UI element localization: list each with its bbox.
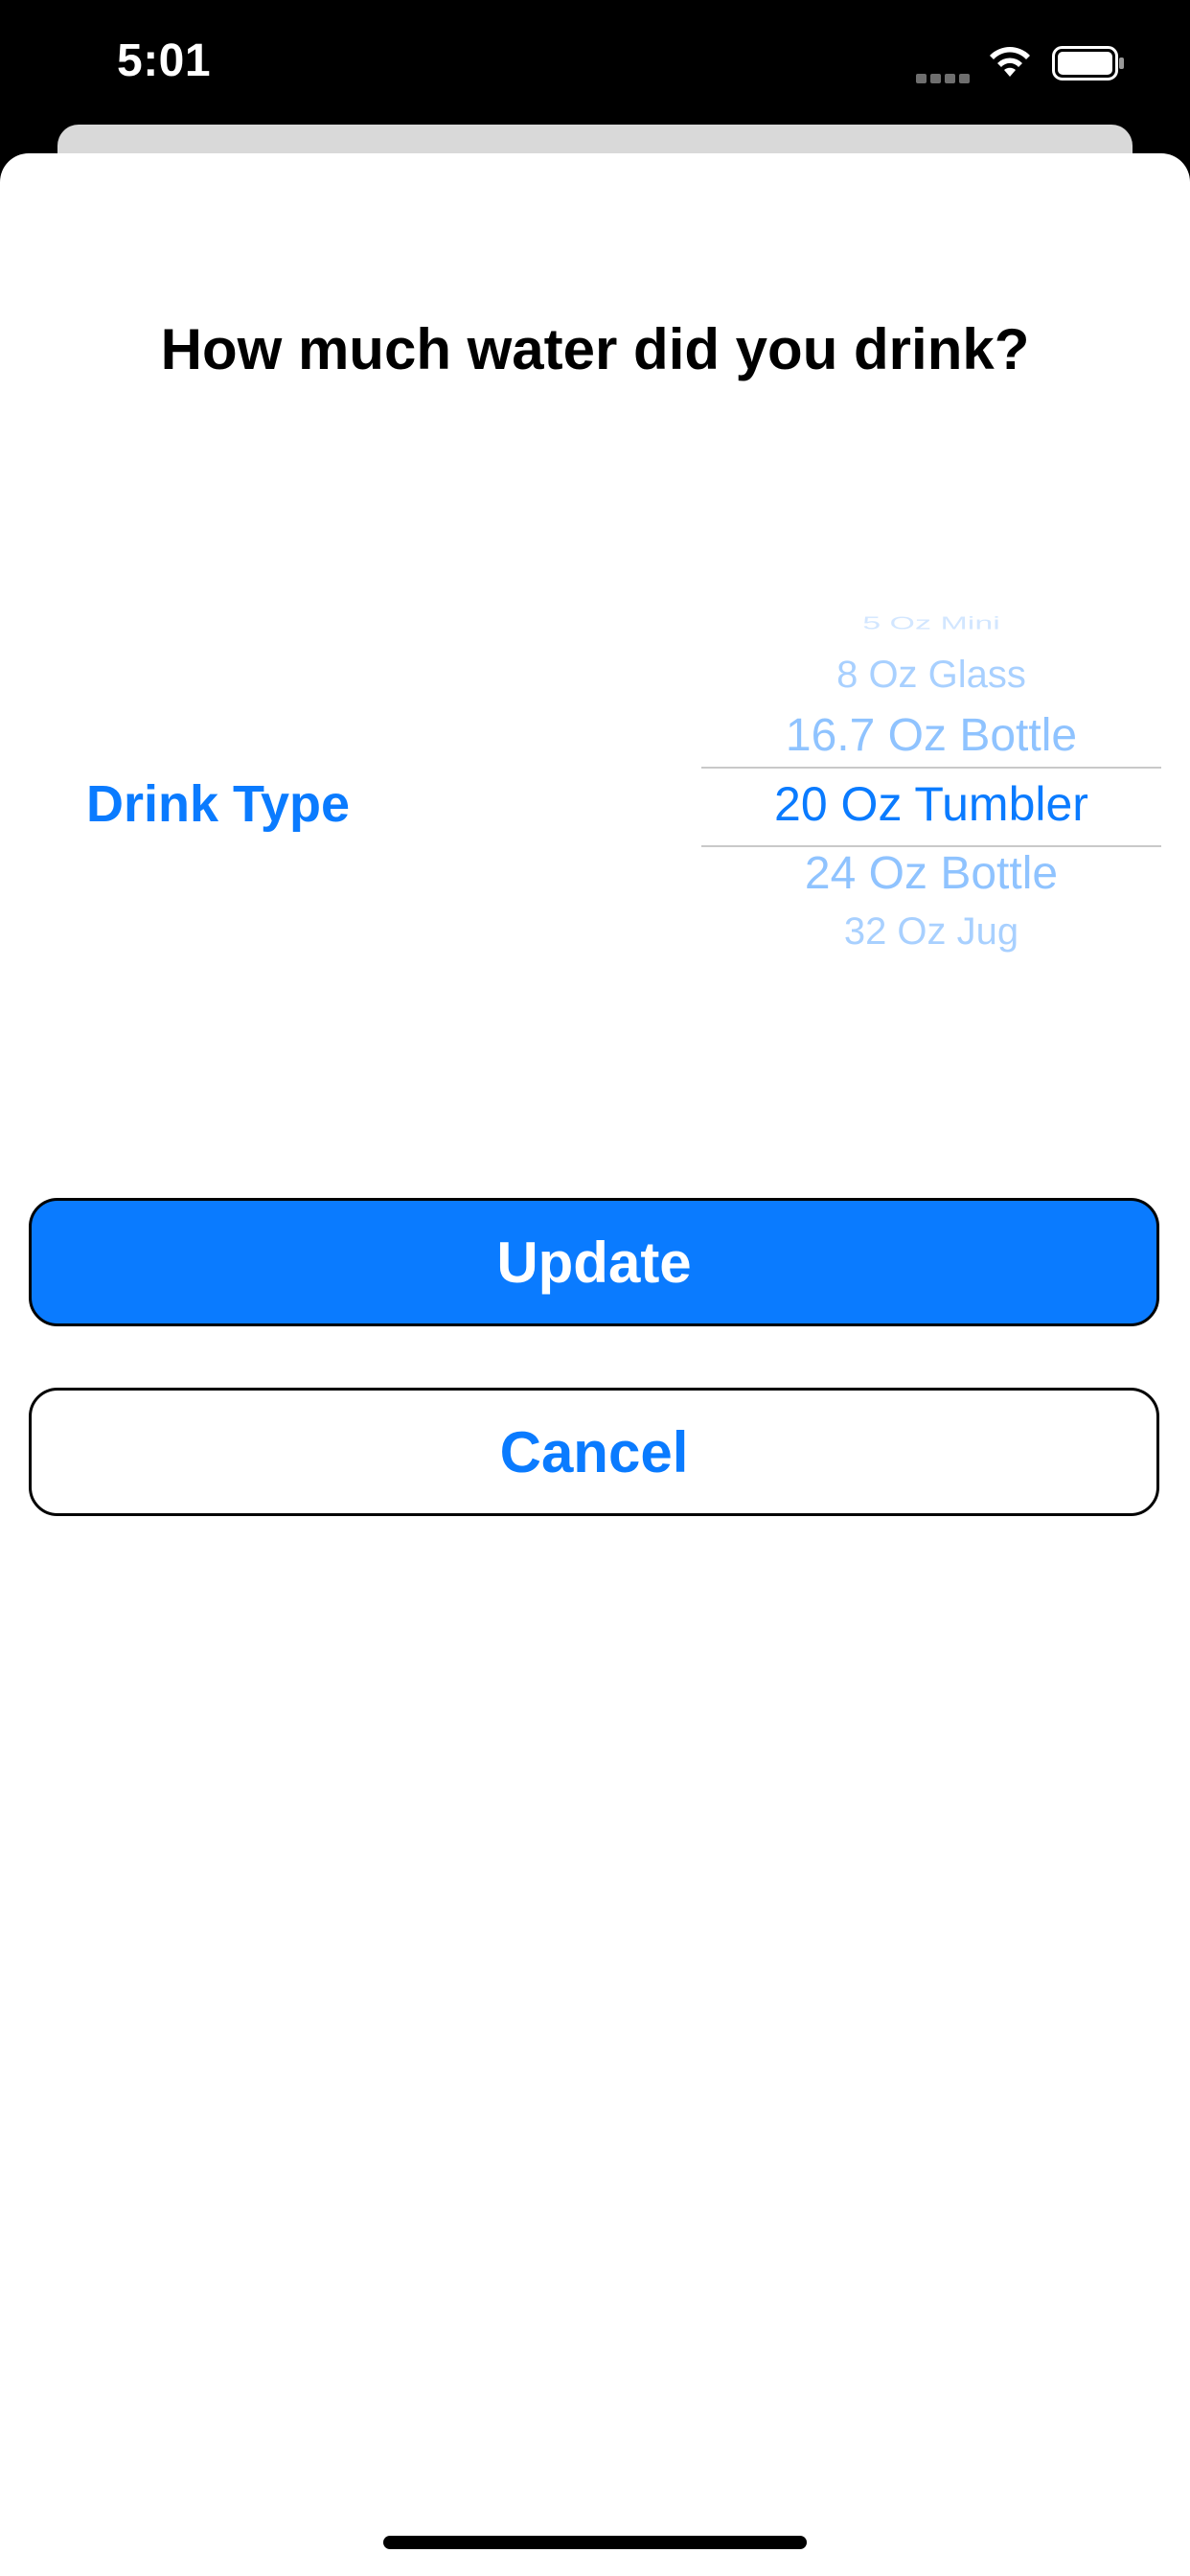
cellular-dots-icon xyxy=(916,71,973,83)
modal-sheet xyxy=(0,153,1190,2576)
picker-selection-line-bottom xyxy=(701,845,1161,847)
page-title: How much water did you drink? xyxy=(160,317,1030,381)
battery-icon xyxy=(1052,46,1124,80)
picker-option[interactable]: 5 Oz Mini xyxy=(701,613,1161,633)
picker-option-selected[interactable]: 20 Oz Tumbler xyxy=(701,776,1161,832)
home-indicator xyxy=(383,2536,807,2549)
update-button[interactable]: Update xyxy=(29,1198,1159,1326)
wifi-icon xyxy=(990,47,1030,77)
status-bar: 5:01 xyxy=(0,0,1190,126)
drink-type-label: Drink Type xyxy=(86,775,351,833)
cancel-button[interactable]: Cancel xyxy=(29,1388,1159,1516)
picker-option[interactable]: 16.7 Oz Bottle xyxy=(701,709,1161,762)
picker-option[interactable]: 32 Oz Jug xyxy=(701,910,1161,954)
drink-type-picker[interactable]: 5 Oz Mini 8 Oz Glass 16.7 Oz Bottle 20 O… xyxy=(701,613,1161,968)
status-time: 5:01 xyxy=(117,35,212,86)
picker-option[interactable]: 8 Oz Glass xyxy=(701,654,1161,697)
picker-option[interactable]: 24 Oz Bottle xyxy=(701,847,1161,900)
picker-selection-line-top xyxy=(701,767,1161,769)
